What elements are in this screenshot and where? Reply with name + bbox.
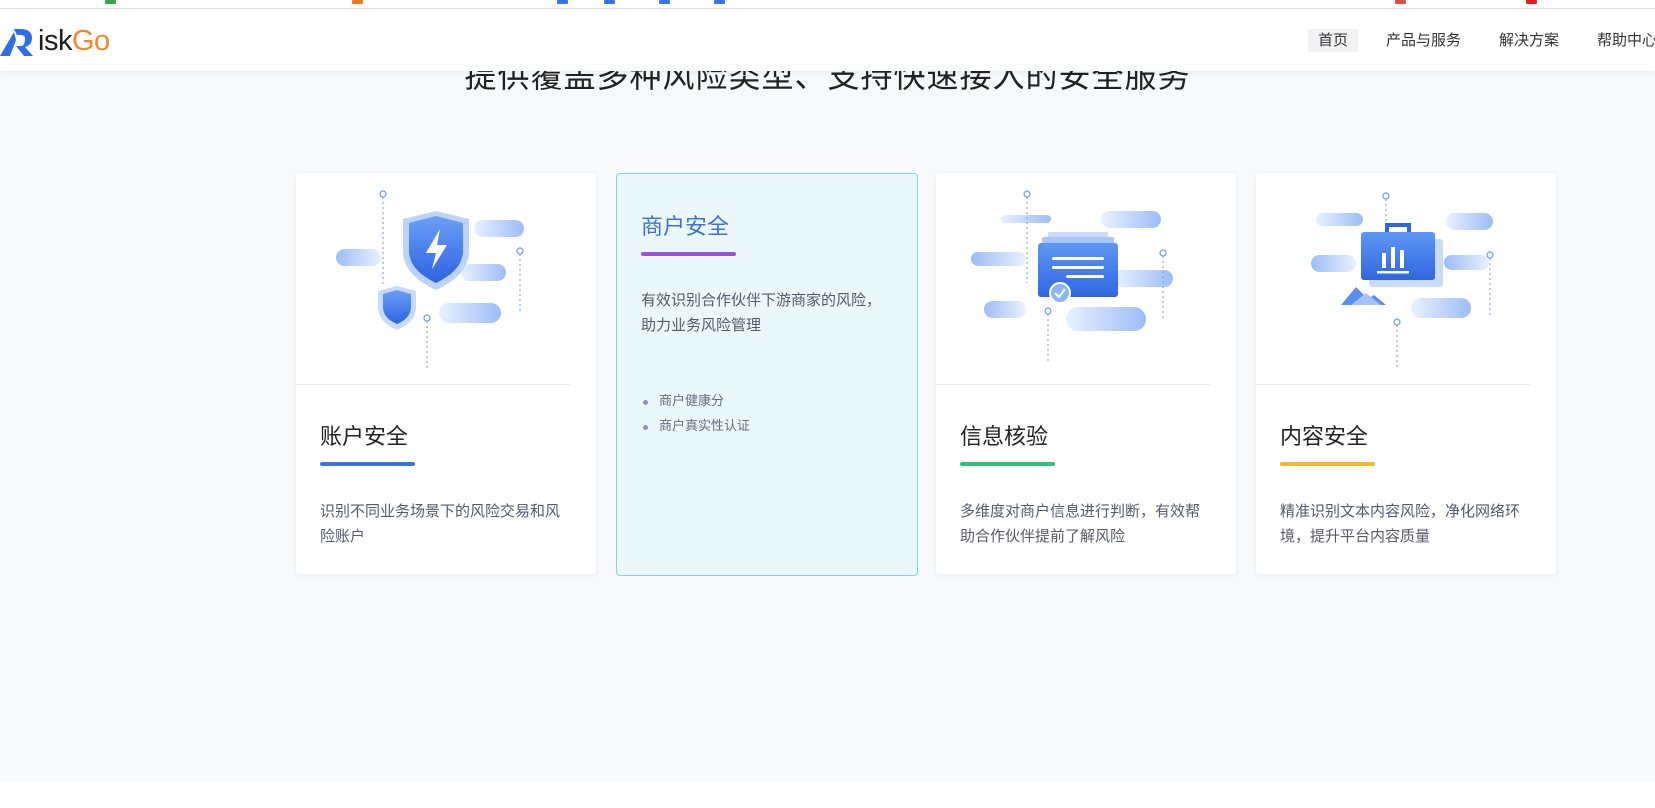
bookmark-bar: [0, 0, 1655, 9]
feature-item: 商户真实性认证: [641, 414, 750, 439]
main-nav: 首页 产品与服务 解决方案 帮助中心: [1290, 29, 1655, 52]
card-divider: [1256, 384, 1530, 385]
card-title: 内容安全: [1280, 425, 1369, 450]
title-underline: [960, 462, 1055, 466]
logo-text: iskGo: [38, 25, 110, 57]
title-underline: [320, 462, 415, 466]
brand-logo[interactable]: iskGo: [0, 26, 110, 56]
card-title: 账户安全: [320, 425, 409, 450]
logo-mark-icon: [0, 29, 33, 56]
card-description: 有效识别合作伙伴下游商家的风险，助力业务风险管理: [641, 291, 882, 334]
card-divider: [296, 384, 570, 385]
card-content-security[interactable]: 内容安全 精准识别文本内容风险，净化网络环境，提升平台内容质量: [1256, 173, 1556, 574]
card-account-security[interactable]: 账户安全 识别不同业务场景下的风险交易和风险账户: [296, 173, 596, 574]
card-description: 识别不同业务场景下的风险交易和风险账户: [320, 502, 561, 545]
card-title: 商户安全: [641, 215, 730, 240]
service-cards: 账户安全 识别不同业务场景下的风险交易和风险账户 商户安全 有效识别合作伙伴下游…: [296, 173, 1556, 576]
card-merchant-security[interactable]: 商户安全 有效识别合作伙伴下游商家的风险，助力业务风险管理 商户健康分 商户真实…: [616, 173, 918, 576]
title-underline: [1280, 462, 1375, 466]
content-chart-icon: [1311, 192, 1494, 368]
feature-list: 商户健康分 商户真实性认证: [641, 389, 750, 439]
title-underline: [641, 252, 736, 256]
card-description: 精准识别文本内容风险，净化网络环境，提升平台内容质量: [1280, 502, 1521, 545]
card-description: 多维度对商户信息进行判断，有效帮助合作伙伴提前了解风险: [960, 502, 1201, 545]
nav-item-solutions[interactable]: 解决方案: [1489, 29, 1569, 52]
nav-item-home[interactable]: 首页: [1307, 29, 1358, 52]
document-check-icon: [971, 190, 1173, 363]
feature-item: 商户健康分: [641, 389, 750, 414]
nav-item-help[interactable]: 帮助中心: [1587, 29, 1655, 52]
nav-item-products[interactable]: 产品与服务: [1376, 29, 1471, 52]
shield-lightning-icon: [336, 190, 524, 368]
card-info-verification[interactable]: 信息核验 多维度对商户信息进行判断，有效帮助合作伙伴提前了解风险: [936, 173, 1236, 574]
card-title: 信息核验: [960, 425, 1049, 450]
top-header: iskGo 首页 产品与服务 解决方案 帮助中心: [0, 9, 1655, 71]
page-footer-band: [0, 781, 1655, 808]
card-divider: [936, 384, 1210, 385]
